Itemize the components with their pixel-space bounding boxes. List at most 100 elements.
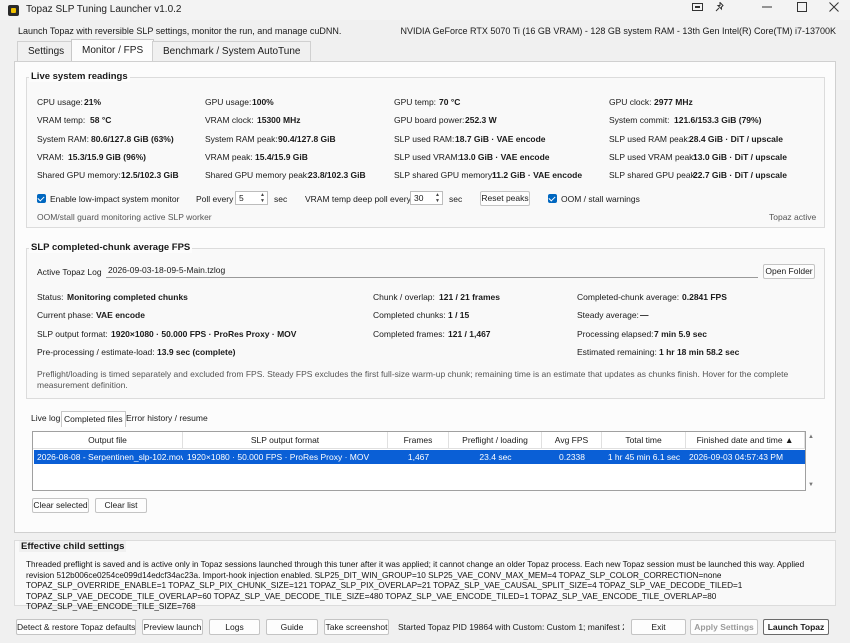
poll-unit: sec: [274, 194, 288, 204]
deep-poll-label: VRAM temp deep poll every: [305, 194, 411, 204]
pin-icon[interactable]: [703, 0, 737, 20]
fps-value: 121 / 21 frames: [439, 292, 500, 302]
fps-label: SLP output format:: [37, 329, 108, 339]
cell-output-format: 1920×1080 · 50.000 FPS · ProRes Proxy · …: [187, 452, 370, 462]
reading-value: 12.5/102.3 GiB: [121, 170, 179, 180]
fps-label: Completed frames:: [373, 329, 445, 339]
preview-launch-button[interactable]: Preview launch: [142, 619, 203, 635]
cell-avg-fps: 0.2338: [559, 452, 585, 462]
low-impact-label: Enable low-impact system monitor: [50, 194, 180, 204]
tab-settings[interactable]: Settings: [17, 41, 76, 61]
deep-poll-spinner[interactable]: 30 ▲ ▼: [410, 191, 443, 205]
reset-peaks-button[interactable]: Reset peaks: [480, 191, 530, 206]
reading-label: SLP used RAM:: [394, 134, 455, 144]
spinner-arrows-icon[interactable]: ▲ ▼: [434, 192, 441, 204]
reading-value: 70 °C: [439, 97, 461, 107]
active-log-label: Active Topaz Log: [37, 267, 102, 277]
table-scrollbar[interactable]: ▲ ▼: [806, 431, 818, 491]
fps-value: 13.9 sec (complete): [157, 347, 236, 357]
apply-settings-button[interactable]: Apply Settings: [690, 619, 758, 635]
reading-value: 90.4/127.8 GiB: [278, 134, 336, 144]
reading-label: GPU usage:: [205, 97, 252, 107]
scroll-up-icon[interactable]: ▲: [808, 434, 814, 440]
reading-value: 28.4 GiB · DiT / upscale: [689, 134, 784, 144]
low-impact-checkbox[interactable]: [37, 194, 46, 203]
fps-value: Monitoring completed chunks: [67, 292, 188, 302]
reading-value: 21%: [84, 97, 102, 107]
fps-value: —: [640, 310, 649, 320]
fps-value: 121 / 1,467: [448, 329, 491, 339]
minimize-icon[interactable]: [750, 0, 784, 20]
col-frames[interactable]: Frames: [388, 432, 449, 449]
tab-benchmark[interactable]: Benchmark / System AutoTune: [152, 41, 312, 61]
reading-label: CPU usage:: [37, 97, 83, 107]
clear-list-button[interactable]: Clear list: [95, 498, 147, 513]
scroll-down-icon[interactable]: ▼: [808, 482, 814, 488]
col-output-file[interactable]: Output file: [33, 432, 183, 449]
fps-value: 0.2841 FPS: [682, 292, 727, 302]
reading-value: 13.0 GiB · DiT / upscale: [693, 152, 788, 162]
reading-value: 100%: [252, 97, 274, 107]
close-icon[interactable]: [817, 0, 850, 20]
reading-label: SLP used VRAM:: [394, 152, 460, 162]
poll-label: Poll every: [196, 194, 234, 204]
take-screenshot-button[interactable]: Take screenshot: [324, 619, 389, 635]
fps-label: Status:: [37, 292, 64, 302]
fps-note: Preflight/loading is timed separately an…: [37, 369, 789, 390]
col-finished[interactable]: Finished date and time ▲: [686, 432, 805, 449]
app-icon: [8, 5, 19, 16]
poll-spinner[interactable]: 5 ▲ ▼: [235, 191, 268, 205]
reading-label: System commit:: [609, 115, 670, 125]
detect-restore-button[interactable]: Detect & restore Topaz defaults: [16, 619, 136, 635]
reading-value: 2977 MHz: [654, 97, 693, 107]
fps-label: Completed-chunk average:: [577, 292, 680, 302]
window-title: Topaz SLP Tuning Launcher v1.0.2: [26, 4, 182, 15]
open-folder-button[interactable]: Open Folder: [763, 264, 815, 279]
reading-value: 15300 MHz: [257, 115, 301, 125]
completed-files-table[interactable]: Output file SLP output format Frames Pre…: [32, 431, 806, 491]
launch-topaz-button[interactable]: Launch Topaz: [763, 619, 829, 635]
reading-value: 13.0 GiB · VAE encode: [459, 152, 550, 162]
tab-monitor-fps[interactable]: Monitor / FPS: [71, 39, 155, 62]
guide-button[interactable]: Guide: [266, 619, 318, 635]
exit-button[interactable]: Exit: [631, 619, 686, 635]
poll-value: 5: [239, 193, 244, 203]
reading-value: 23.8/102.3 GiB: [308, 170, 366, 180]
col-output-format[interactable]: SLP output format: [183, 432, 388, 449]
reading-label: Shared GPU memory peak:: [205, 170, 310, 180]
tab-completed-files[interactable]: Completed files: [61, 411, 126, 427]
reading-label: System RAM peak:: [205, 134, 278, 144]
reading-label: Shared GPU memory:: [37, 170, 121, 180]
tab-live-log[interactable]: Live log: [29, 411, 62, 427]
reading-label: SLP used RAM peak:: [609, 134, 691, 144]
reading-label: VRAM clock:: [205, 115, 254, 125]
fps-label: Processing elapsed:: [577, 329, 654, 339]
deep-poll-value: 30: [414, 193, 424, 203]
spinner-arrows-icon[interactable]: ▲ ▼: [259, 192, 266, 204]
col-avg-fps[interactable]: Avg FPS: [542, 432, 602, 449]
col-preflight[interactable]: Preflight / loading: [449, 432, 542, 449]
table-row[interactable]: 2026-08-08 - Serpentinen_slp-102.mov 192…: [34, 450, 805, 464]
logs-button[interactable]: Logs: [209, 619, 260, 635]
fps-value: 7 min 5.9 sec: [654, 329, 707, 339]
live-readings-title: Live system readings: [29, 71, 130, 82]
maximize-icon[interactable]: [785, 0, 819, 20]
deep-poll-unit: sec: [449, 194, 463, 204]
col-total-time[interactable]: Total time: [602, 432, 686, 449]
tab-error-history[interactable]: Error history / resume: [124, 411, 210, 427]
reading-value: 18.7 GiB · VAE encode: [455, 134, 546, 144]
active-log-field[interactable]: 2026-09-03-18-09-5-Main.tzlog: [106, 264, 758, 278]
cell-total-time: 1 hr 45 min 6.1 sec: [607, 452, 681, 462]
reading-label: GPU temp:: [394, 97, 437, 107]
oom-warnings-label: OOM / stall warnings: [561, 194, 640, 204]
effective-settings-text: Threaded preflight is saved and is activ…: [26, 560, 805, 611]
reading-value: 252.3 W: [465, 115, 497, 125]
effective-settings-title: Effective child settings: [19, 541, 127, 552]
reading-value: 121.6/153.3 GiB (79%): [674, 115, 762, 125]
reading-value: 22.7 GiB · DiT / upscale: [693, 170, 788, 180]
cell-output-file: 2026-08-08 - Serpentinen_slp-102.mov: [37, 452, 183, 462]
reading-label: VRAM peak:: [205, 152, 253, 162]
oom-warnings-checkbox[interactable]: [548, 194, 557, 203]
clear-selected-button[interactable]: Clear selected: [32, 498, 89, 513]
fps-title: SLP completed-chunk average FPS: [29, 242, 193, 253]
